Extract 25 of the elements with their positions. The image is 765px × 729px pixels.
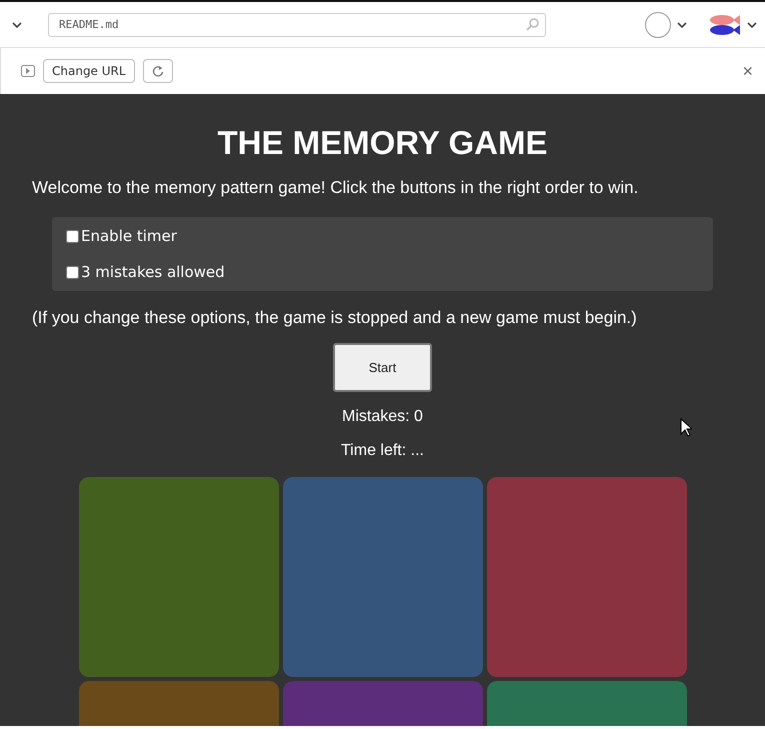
refresh-icon: [152, 65, 164, 77]
option-label: Enable timer: [81, 227, 177, 245]
color-tile[interactable]: [486, 477, 686, 677]
play-icon[interactable]: [21, 65, 35, 77]
change-url-button[interactable]: Change URL: [43, 59, 135, 83]
mistakes-count: Mistakes: 0: [342, 408, 423, 426]
time-left: Time left: ...: [341, 442, 424, 460]
note-text: (If you change these options, the game is stopped and a new game must begin.): [32, 308, 637, 328]
checkbox[interactable]: [66, 230, 79, 242]
cursor-icon: [680, 418, 692, 437]
intro-text: Welcome to the memory pattern game! Click the buttons in the right order to win.: [32, 178, 638, 198]
checkbox[interactable]: [66, 266, 79, 278]
start-button[interactable]: Start: [333, 343, 432, 392]
color-tile[interactable]: [282, 477, 482, 677]
chevron-icon[interactable]: [747, 22, 757, 28]
close-button[interactable]: ×: [742, 60, 753, 82]
game-title: THE MEMORY GAME: [217, 124, 548, 162]
avatar-icon[interactable]: [645, 12, 671, 38]
search-icon: [526, 18, 539, 30]
chevron-icon[interactable]: [677, 22, 687, 28]
chevron-icon[interactable]: [12, 22, 22, 28]
color-tile[interactable]: [78, 477, 278, 677]
refresh-button[interactable]: [142, 59, 173, 83]
search-field[interactable]: README.md: [48, 12, 546, 36]
option-label: 3 mistakes allowed: [81, 263, 225, 281]
